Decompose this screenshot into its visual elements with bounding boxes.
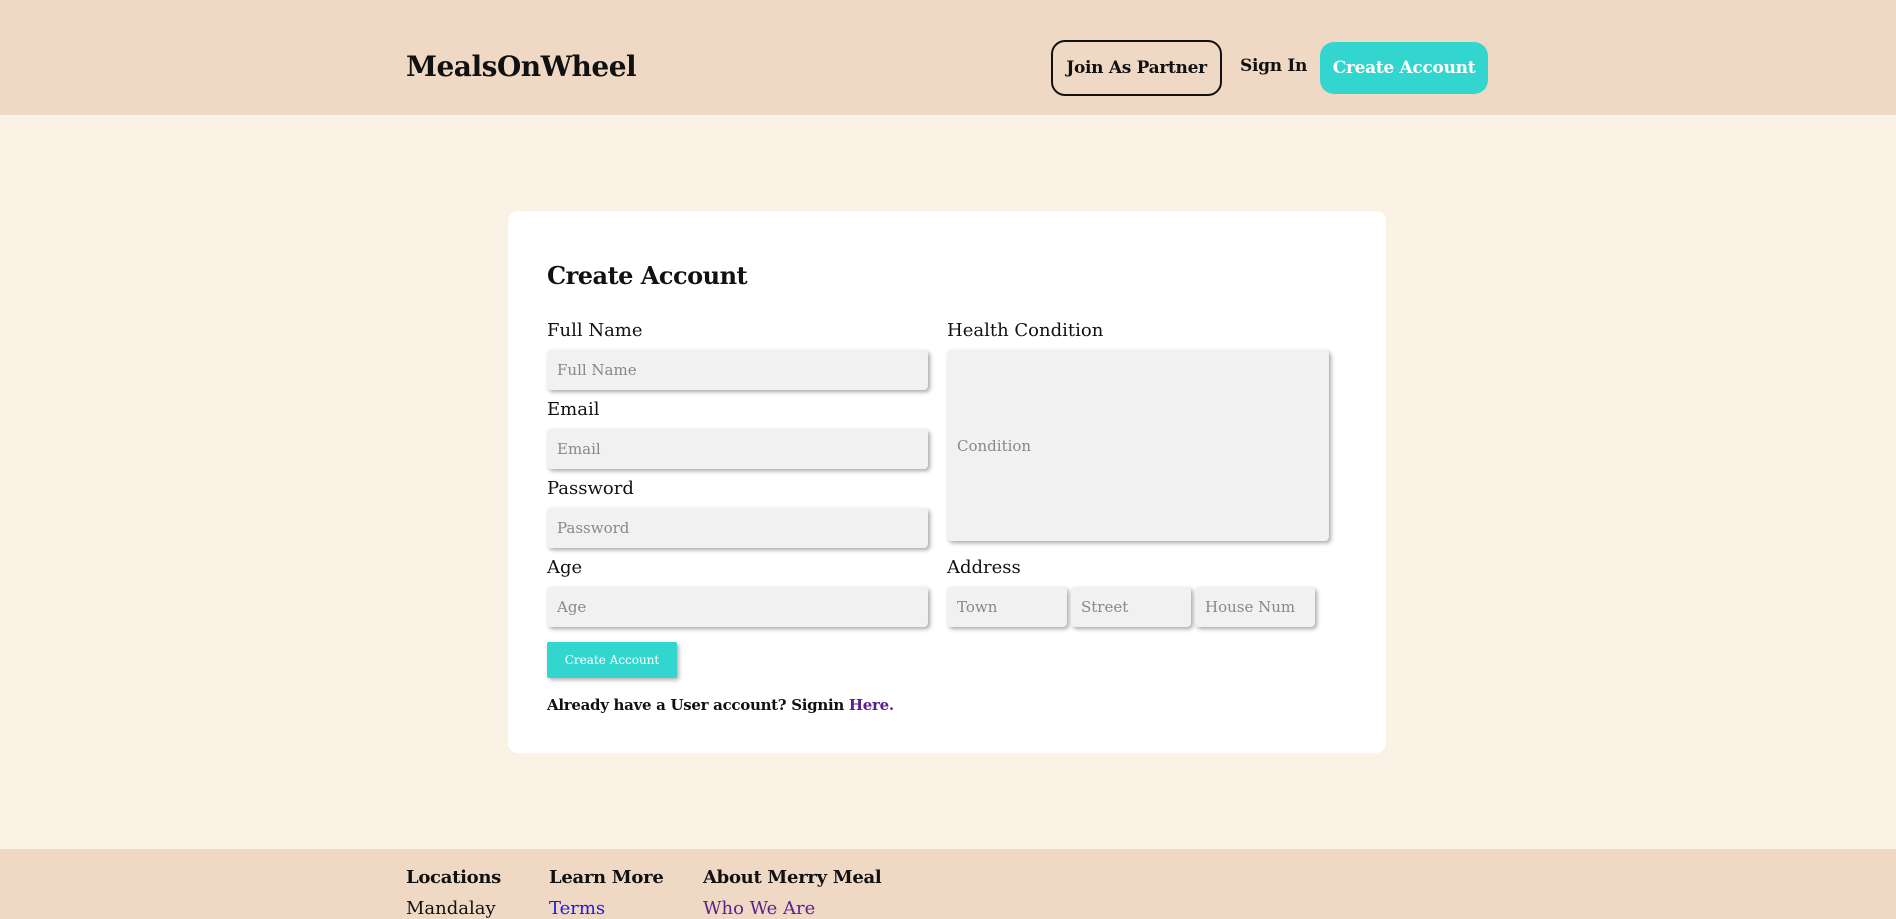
age-input[interactable]: Age bbox=[547, 587, 928, 627]
form-title: Create Account bbox=[547, 261, 748, 290]
sign-in-link[interactable]: Sign In bbox=[1240, 56, 1307, 76]
age-label: Age bbox=[547, 557, 583, 578]
address-label: Address bbox=[947, 557, 1021, 578]
health-condition-label: Health Condition bbox=[947, 320, 1104, 341]
full-name-input[interactable]: Full Name bbox=[547, 350, 928, 390]
footer-learn-more-column: Learn More Terms bbox=[549, 867, 664, 919]
signin-prompt-text: Already have a User account? Signin bbox=[547, 696, 849, 714]
signin-prompt: Already have a User account? Signin Here… bbox=[547, 696, 894, 714]
email-input[interactable]: Email bbox=[547, 429, 928, 469]
footer-locations-column: Locations Mandalay bbox=[406, 867, 501, 919]
footer-heading-about: About Merry Meal bbox=[703, 867, 882, 888]
house-number-input[interactable]: House Num bbox=[1195, 587, 1315, 627]
footer-heading-locations: Locations bbox=[406, 867, 501, 888]
health-condition-textarea[interactable]: Condition bbox=[947, 350, 1329, 541]
footer-heading-learn-more: Learn More bbox=[549, 867, 664, 888]
top-navbar: MealsOnWheel Join As Partner Sign In Cre… bbox=[0, 0, 1896, 115]
footer-about-column: About Merry Meal Who We Are bbox=[703, 867, 882, 919]
brand-logo[interactable]: MealsOnWheel bbox=[406, 50, 637, 83]
join-as-partner-button[interactable]: Join As Partner bbox=[1051, 40, 1222, 96]
signin-here-link[interactable]: Here. bbox=[849, 696, 894, 714]
create-account-card: Create Account Full Name Full Name Email… bbox=[508, 211, 1386, 753]
footer: Locations Mandalay Learn More Terms Abou… bbox=[0, 849, 1896, 919]
street-input[interactable]: Street bbox=[1071, 587, 1191, 627]
footer-link-terms[interactable]: Terms bbox=[549, 898, 663, 919]
password-label: Password bbox=[547, 478, 634, 499]
password-input[interactable]: Password bbox=[547, 508, 928, 548]
create-account-submit-button[interactable]: Create Account bbox=[547, 642, 677, 678]
footer-link-mandalay[interactable]: Mandalay bbox=[406, 898, 501, 919]
footer-link-who-we-are[interactable]: Who We Are bbox=[703, 898, 881, 919]
email-label: Email bbox=[547, 399, 600, 420]
full-name-label: Full Name bbox=[547, 320, 643, 341]
town-input[interactable]: Town bbox=[947, 587, 1067, 627]
create-account-nav-button[interactable]: Create Account bbox=[1320, 42, 1488, 94]
